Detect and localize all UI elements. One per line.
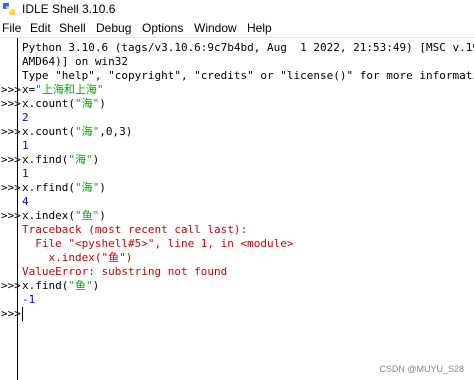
menu-help[interactable]: Help xyxy=(247,21,272,35)
string-literal: "上海和上海" xyxy=(35,83,104,96)
string-literal: "海" xyxy=(74,125,100,138)
menu-debug[interactable]: Debug xyxy=(96,21,131,35)
input-line: x.find("鱼") xyxy=(22,279,99,293)
banner-line: Python 3.10.6 (tags/v3.10.6:9c7b4bd, Aug… xyxy=(22,41,474,54)
input-line: x.rfind("海") xyxy=(22,181,106,195)
code-text: x.index( xyxy=(22,209,75,222)
output-line: 2 xyxy=(22,111,29,124)
code-text: ) xyxy=(99,209,106,222)
code-text: x.count( xyxy=(22,97,75,110)
output-line: 4 xyxy=(22,195,29,208)
title-bar: IDLE Shell 3.10.6 xyxy=(0,0,474,19)
shell-output[interactable]: Python 3.10.6 (tags/v3.10.6:9c7b4bd, Aug… xyxy=(18,38,474,380)
python-idle-icon xyxy=(3,3,15,15)
string-literal: "鱼" xyxy=(68,279,93,292)
menu-bar: File Edit Shell Debug Options Window Hel… xyxy=(0,19,474,38)
code-text: x.rfind( xyxy=(22,181,75,194)
banner-line: AMD64)] on win32 xyxy=(22,55,128,68)
input-line: x.count("海",0,3) xyxy=(22,125,132,139)
input-line: x.index("鱼") xyxy=(22,209,106,223)
string-literal: "海" xyxy=(74,97,100,110)
banner-line: Type "help", "copyright", "credits" or "… xyxy=(22,69,474,82)
code-text: x.find( xyxy=(22,279,69,292)
code-text: ) xyxy=(99,181,106,194)
string-literal: "鱼" xyxy=(74,209,100,222)
menu-options[interactable]: Options xyxy=(142,21,183,35)
menu-edit[interactable]: Edit xyxy=(30,21,51,35)
error-line: Traceback (most recent call last): xyxy=(22,223,248,236)
menu-shell[interactable]: Shell xyxy=(59,21,86,35)
input-line: x="上海和上海" xyxy=(22,83,104,97)
text-cursor xyxy=(22,307,23,321)
output-line: 1 xyxy=(22,167,29,180)
input-line: x.find("海") xyxy=(22,153,99,167)
menu-window[interactable]: Window xyxy=(194,21,237,35)
input-line: x.count("海") xyxy=(22,97,106,111)
watermark: CSDN @MUYU_S28 xyxy=(379,364,464,374)
prompt-gutter: >>> >>> >>> >>> >>> >>> >>> >>> xyxy=(0,38,21,380)
error-line: x.index("鱼") xyxy=(22,251,133,264)
code-text: ) xyxy=(99,97,106,110)
window-title: IDLE Shell 3.10.6 xyxy=(22,2,116,16)
error-line: File "<pyshell#5>", line 1, in <module> xyxy=(22,237,294,250)
code-text: ) xyxy=(92,153,100,166)
code-text: ,0,3) xyxy=(99,125,133,138)
menu-file[interactable]: File xyxy=(2,21,21,35)
code-text: x= xyxy=(22,83,36,96)
output-line: 1 xyxy=(22,139,29,152)
code-text: x.count( xyxy=(22,125,75,138)
error-line: ValueError: substring not found xyxy=(22,265,228,278)
output-line: -1 xyxy=(22,293,36,306)
string-literal: "海" xyxy=(68,153,93,166)
string-literal: "海" xyxy=(74,181,100,194)
code-text: x.find( xyxy=(22,153,69,166)
code-text: ) xyxy=(92,279,100,292)
